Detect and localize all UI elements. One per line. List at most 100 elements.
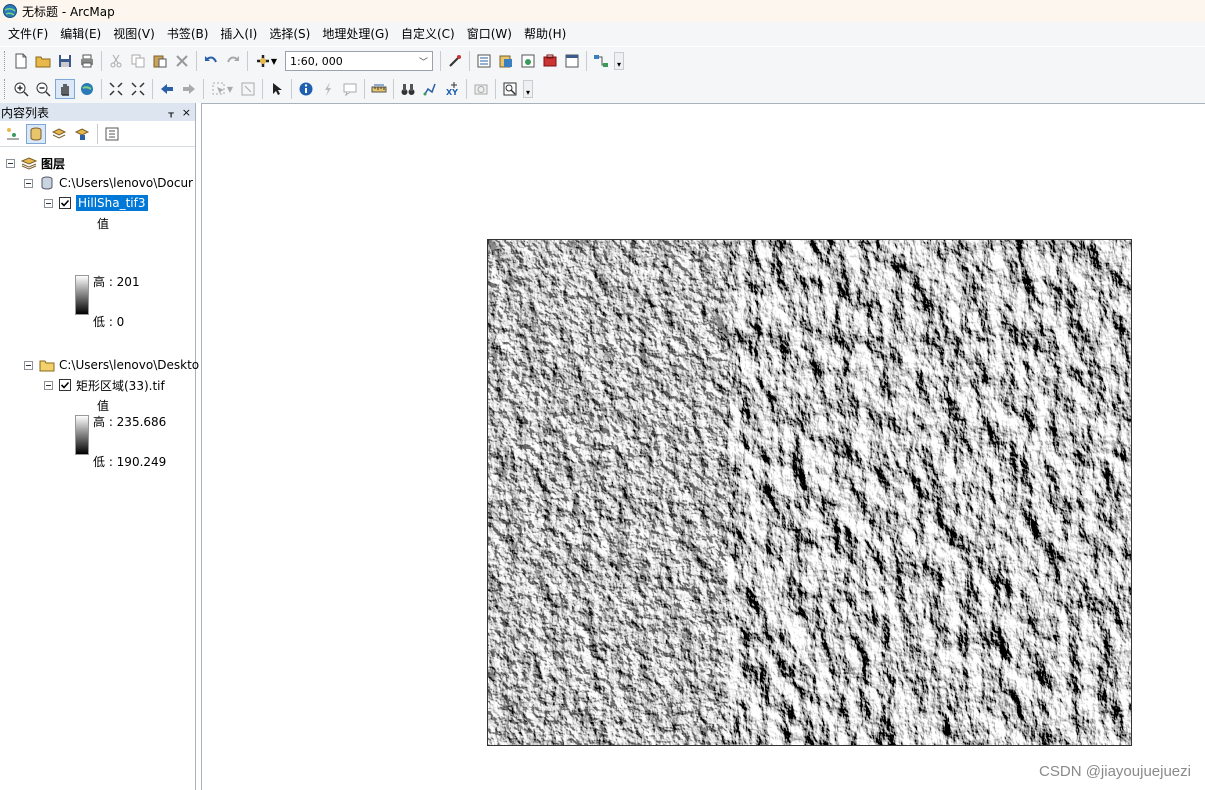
list-by-drawing-order-button[interactable] (3, 124, 23, 144)
menu-geoprocessing[interactable]: 地理处理(G) (316, 22, 395, 46)
pan-hand-icon (61, 84, 69, 96)
data-source-path: C:\Users\lenovo\Docur (59, 176, 193, 190)
data-source-row[interactable]: C:\Users\lenovo\Docur (24, 173, 193, 193)
select-elements-button[interactable] (267, 79, 287, 99)
toc-title: 内容列表 (1, 105, 50, 120)
layer-name[interactable]: 矩形区域(33).tif (76, 377, 165, 394)
list-by-selection-button[interactable] (72, 124, 92, 144)
menu-edit[interactable]: 编辑(E) (54, 22, 107, 46)
model-builder-button[interactable] (591, 51, 611, 71)
data-source-row[interactable]: C:\Users\lenovo\Deskto (24, 355, 199, 375)
fixed-zoom-in-button[interactable] (106, 79, 126, 99)
add-data-button[interactable]: ▼ (252, 51, 280, 71)
new-document-button[interactable] (11, 51, 31, 71)
menu-view[interactable]: 视图(V) (107, 22, 161, 46)
python-window-button[interactable] (562, 51, 582, 71)
collapse-icon[interactable] (6, 158, 15, 168)
list-by-source-button[interactable] (26, 123, 46, 144)
save-button[interactable] (55, 51, 75, 71)
find-button[interactable] (398, 79, 418, 99)
copy-button[interactable] (128, 51, 148, 71)
layer-row[interactable]: 矩形区域(33).tif (44, 375, 165, 395)
go-to-xy-button[interactable]: XY (442, 79, 462, 99)
menu-help[interactable]: 帮助(H) (518, 22, 572, 46)
measure-button[interactable] (369, 79, 389, 99)
menu-insert[interactable]: 插入(I) (214, 22, 263, 46)
fixed-zoom-out-button[interactable] (128, 79, 148, 99)
html-popup-button[interactable] (340, 79, 360, 99)
collapse-icon[interactable] (24, 178, 33, 188)
legend-value-heading: 值 (97, 216, 110, 231)
python-window-icon (565, 54, 579, 68)
menu-file[interactable]: 文件(F) (2, 22, 54, 46)
toolbar-separator (97, 123, 98, 144)
new-document-icon (15, 53, 27, 69)
zoom-in-button[interactable] (11, 79, 31, 99)
arrow-right-icon (183, 84, 195, 94)
menu-customize[interactable]: 自定义(C) (395, 22, 461, 46)
toc-window-button[interactable] (474, 51, 494, 71)
pin-icon[interactable]: ᚁ (168, 106, 173, 119)
layer-visibility-checkbox[interactable] (59, 379, 71, 391)
find-route-button[interactable] (420, 79, 440, 99)
menu-windows[interactable]: 窗口(W) (461, 22, 518, 46)
menu-bookmarks[interactable]: 书签(B) (161, 22, 215, 46)
layer-row[interactable]: HillSha_tif3 (44, 193, 148, 213)
collapse-icon[interactable] (44, 198, 53, 208)
dropdown-arrow-icon: ▼ (226, 84, 234, 94)
identify-info-icon (299, 82, 313, 96)
save-icon (59, 55, 71, 67)
options-list-icon (105, 127, 119, 140)
toc-options-button[interactable] (102, 124, 122, 144)
create-viewer-window-button[interactable] (500, 79, 520, 99)
open-button[interactable] (33, 51, 53, 71)
toolbar-grip[interactable] (4, 79, 7, 99)
cut-button[interactable] (106, 51, 126, 71)
layer-visibility-checkbox[interactable] (59, 197, 71, 209)
search-window-button[interactable] (518, 51, 538, 71)
paste-icon (153, 55, 167, 68)
arrow-left-icon (161, 84, 173, 94)
pan-button[interactable] (55, 79, 75, 99)
delete-button[interactable] (172, 51, 192, 71)
go-forward-button[interactable] (179, 79, 199, 99)
tree-root-row[interactable]: 图层 (6, 153, 65, 173)
arctoolbox-icon (543, 54, 557, 67)
clear-selection-button[interactable] (238, 79, 258, 99)
map-display[interactable]: CSDN @jiayoujuejuezi (201, 103, 1205, 790)
toolbar-overflow-button[interactable]: ▾ (614, 52, 624, 70)
hyperlink-button[interactable] (318, 79, 338, 99)
toolbar-grip[interactable] (4, 51, 7, 71)
map-scale-value: 1:60, 000 (290, 54, 343, 68)
collapse-icon[interactable] (44, 380, 53, 390)
map-scale-combo[interactable]: 1:60, 000 ﹀ (285, 51, 433, 71)
menu-selection[interactable]: 选择(S) (263, 22, 316, 46)
go-back-button[interactable] (157, 79, 177, 99)
close-icon[interactable]: × (182, 106, 191, 119)
select-features-button[interactable]: ▼ (208, 79, 236, 99)
collapse-icon[interactable] (24, 360, 33, 370)
legend-low-label: 低 : 190.249 (93, 454, 167, 469)
layers-selection-icon (74, 127, 90, 140)
copy-icon (131, 54, 145, 68)
editor-toolbar-button[interactable] (445, 51, 465, 71)
toolbar-separator (393, 79, 394, 99)
zoom-out-button[interactable] (33, 79, 53, 99)
hillshade-raster-graphic (488, 240, 1131, 745)
binoculars-icon (401, 84, 415, 95)
paste-button[interactable] (150, 51, 170, 71)
identify-button[interactable] (296, 79, 316, 99)
time-slider-button[interactable] (471, 79, 491, 99)
clear-selection-icon (241, 82, 255, 96)
catalog-window-button[interactable] (496, 51, 516, 71)
data-source-path: C:\Users\lenovo\Deskto (59, 358, 200, 372)
checkmark-icon (60, 199, 70, 207)
full-extent-button[interactable] (77, 79, 97, 99)
arctoolbox-button[interactable] (540, 51, 560, 71)
list-by-visibility-button[interactable] (49, 124, 69, 144)
redo-button[interactable] (223, 51, 243, 71)
print-button[interactable] (77, 51, 97, 71)
undo-button[interactable] (201, 51, 221, 71)
layer-name[interactable]: HillSha_tif3 (76, 195, 148, 211)
toolbar-overflow-button[interactable]: ▾ (523, 80, 533, 98)
